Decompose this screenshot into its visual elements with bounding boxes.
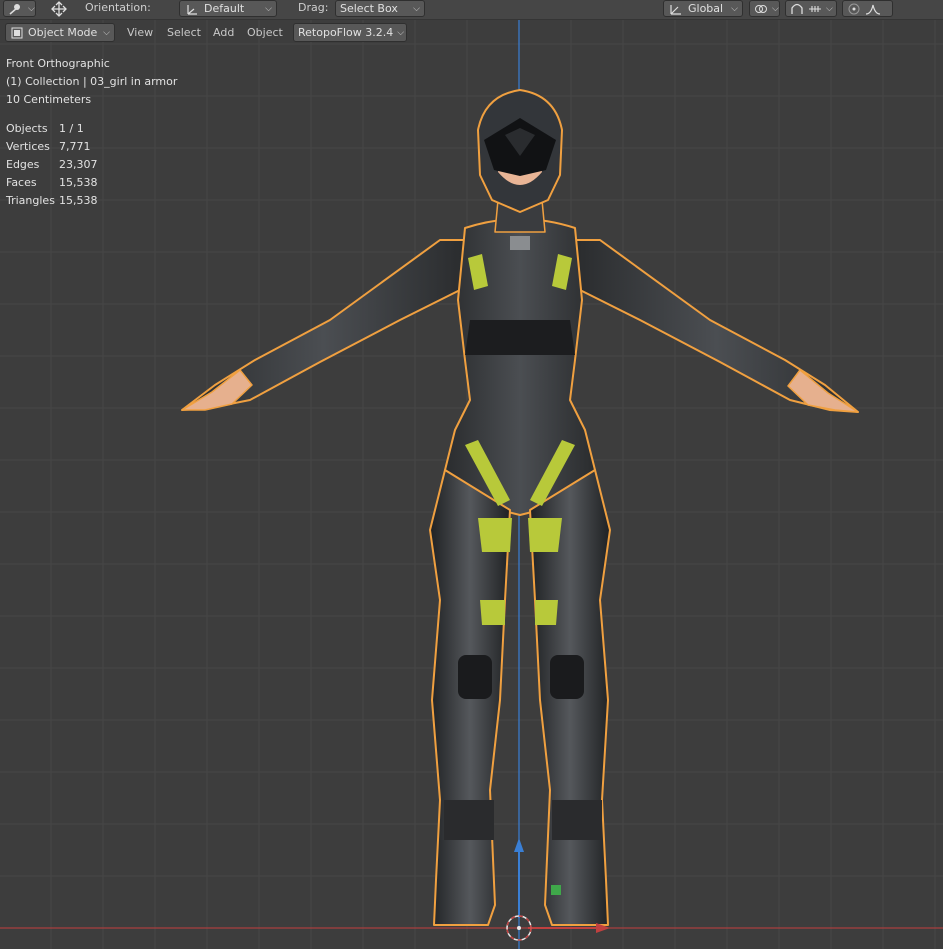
boot-right [552, 800, 602, 840]
mode-dropdown[interactable]: Object Mode ⌵ [5, 23, 115, 42]
cursor-tool-dropdown[interactable]: ⌵ [3, 0, 36, 17]
left-hand [181, 369, 253, 411]
boot-left [444, 800, 494, 840]
orientation-value: Default [204, 2, 245, 15]
pivot-dropdown[interactable]: ⌵ [749, 0, 780, 17]
view-name: Front Orthographic [6, 57, 110, 70]
retopoflow-label: RetopoFlow 3.2.4 [298, 26, 394, 39]
orientation-dropdown[interactable]: Default ⌵ [179, 0, 277, 17]
retopoflow-dropdown[interactable]: RetopoFlow 3.2.4 ⌵ [293, 23, 407, 42]
drag-dropdown[interactable]: Select Box ⌵ [335, 0, 425, 17]
snap-group[interactable]: ⌵ [785, 0, 837, 17]
chevron-down-icon: ⌵ [28, 3, 35, 14]
thigh-band-right-top [528, 518, 562, 552]
drag-value: Select Box [340, 2, 398, 15]
thigh-band-right-low [535, 600, 558, 625]
knee-pad-right [550, 655, 584, 699]
stat-label: Faces [6, 176, 37, 189]
transform-space-value: Global [688, 2, 724, 15]
transform-space-icon [668, 3, 684, 15]
transform-space-dropdown[interactable]: Global ⌵ [663, 0, 743, 17]
stat-value: 15,538 [59, 176, 98, 189]
move-tool-button[interactable] [44, 0, 74, 17]
snap-target-icon [808, 3, 822, 15]
stat-value: 23,307 [59, 158, 98, 171]
stat-row: Edges 23,307 [6, 156, 177, 174]
chevron-down-icon: ⌵ [826, 3, 833, 14]
collection-info: (1) Collection | 03_girl in armor [6, 75, 178, 88]
grid-scale: 10 Centimeters [6, 93, 92, 106]
stat-label: Vertices [6, 140, 50, 153]
stat-label: Edges [6, 158, 40, 171]
thigh-band-left-low [480, 600, 505, 625]
proportional-editing-group[interactable] [842, 0, 893, 17]
stat-row: Faces 15,538 [6, 174, 177, 192]
viewport-header: Object Mode ⌵ View Select Add Object Ret… [0, 22, 943, 44]
cursor-tool-icon [8, 3, 24, 15]
chevron-down-icon: ⌵ [413, 3, 420, 14]
stat-value: 15,538 [59, 194, 98, 207]
falloff-icon [865, 3, 881, 15]
menu-object[interactable]: Object [247, 26, 283, 39]
origin-dot [517, 926, 521, 930]
menu-view[interactable]: View [127, 26, 153, 39]
move-tool-icon [48, 0, 70, 17]
z-gizmo-arrow[interactable] [514, 838, 524, 852]
stat-row: Triangles 15,538 [6, 192, 177, 210]
mode-value: Object Mode [28, 26, 98, 39]
proportional-editing-icon [847, 3, 861, 15]
drag-label: Drag: [298, 1, 329, 14]
menu-add[interactable]: Add [213, 26, 234, 39]
pivot-icon [754, 3, 768, 15]
knee-pad-left [458, 655, 492, 699]
right-hand [787, 369, 859, 413]
orientation-gizmo-icon [184, 3, 200, 15]
tool-settings-header: ⌵ Orientation: Default ⌵ Drag: Select Bo… [0, 0, 943, 20]
chest-plate [465, 320, 575, 355]
chevron-down-icon: ⌵ [772, 3, 779, 14]
chest-emblem [510, 236, 530, 250]
stat-value: 1 / 1 [59, 122, 84, 135]
chevron-down-icon: ⌵ [397, 27, 405, 38]
chevron-down-icon: ⌵ [103, 27, 110, 38]
menu-select[interactable]: Select [167, 26, 201, 39]
orientation-label: Orientation: [85, 1, 151, 14]
xz-plane-handle[interactable] [551, 885, 561, 895]
torso [444, 218, 596, 516]
thigh-band-left-top [478, 518, 512, 552]
stat-row: Objects 1 / 1 [6, 120, 177, 138]
stat-label: Triangles [6, 194, 55, 207]
snap-icon [790, 3, 804, 15]
stat-value: 7,771 [59, 140, 91, 153]
chevron-down-icon: ⌵ [265, 3, 272, 14]
stat-row: Vertices 7,771 [6, 138, 177, 156]
object-mode-icon [10, 27, 24, 39]
chevron-down-icon: ⌵ [731, 3, 738, 14]
viewport-text-overlay: Front Orthographic (1) Collection | 03_g… [6, 55, 177, 210]
stat-label: Objects [6, 122, 48, 135]
